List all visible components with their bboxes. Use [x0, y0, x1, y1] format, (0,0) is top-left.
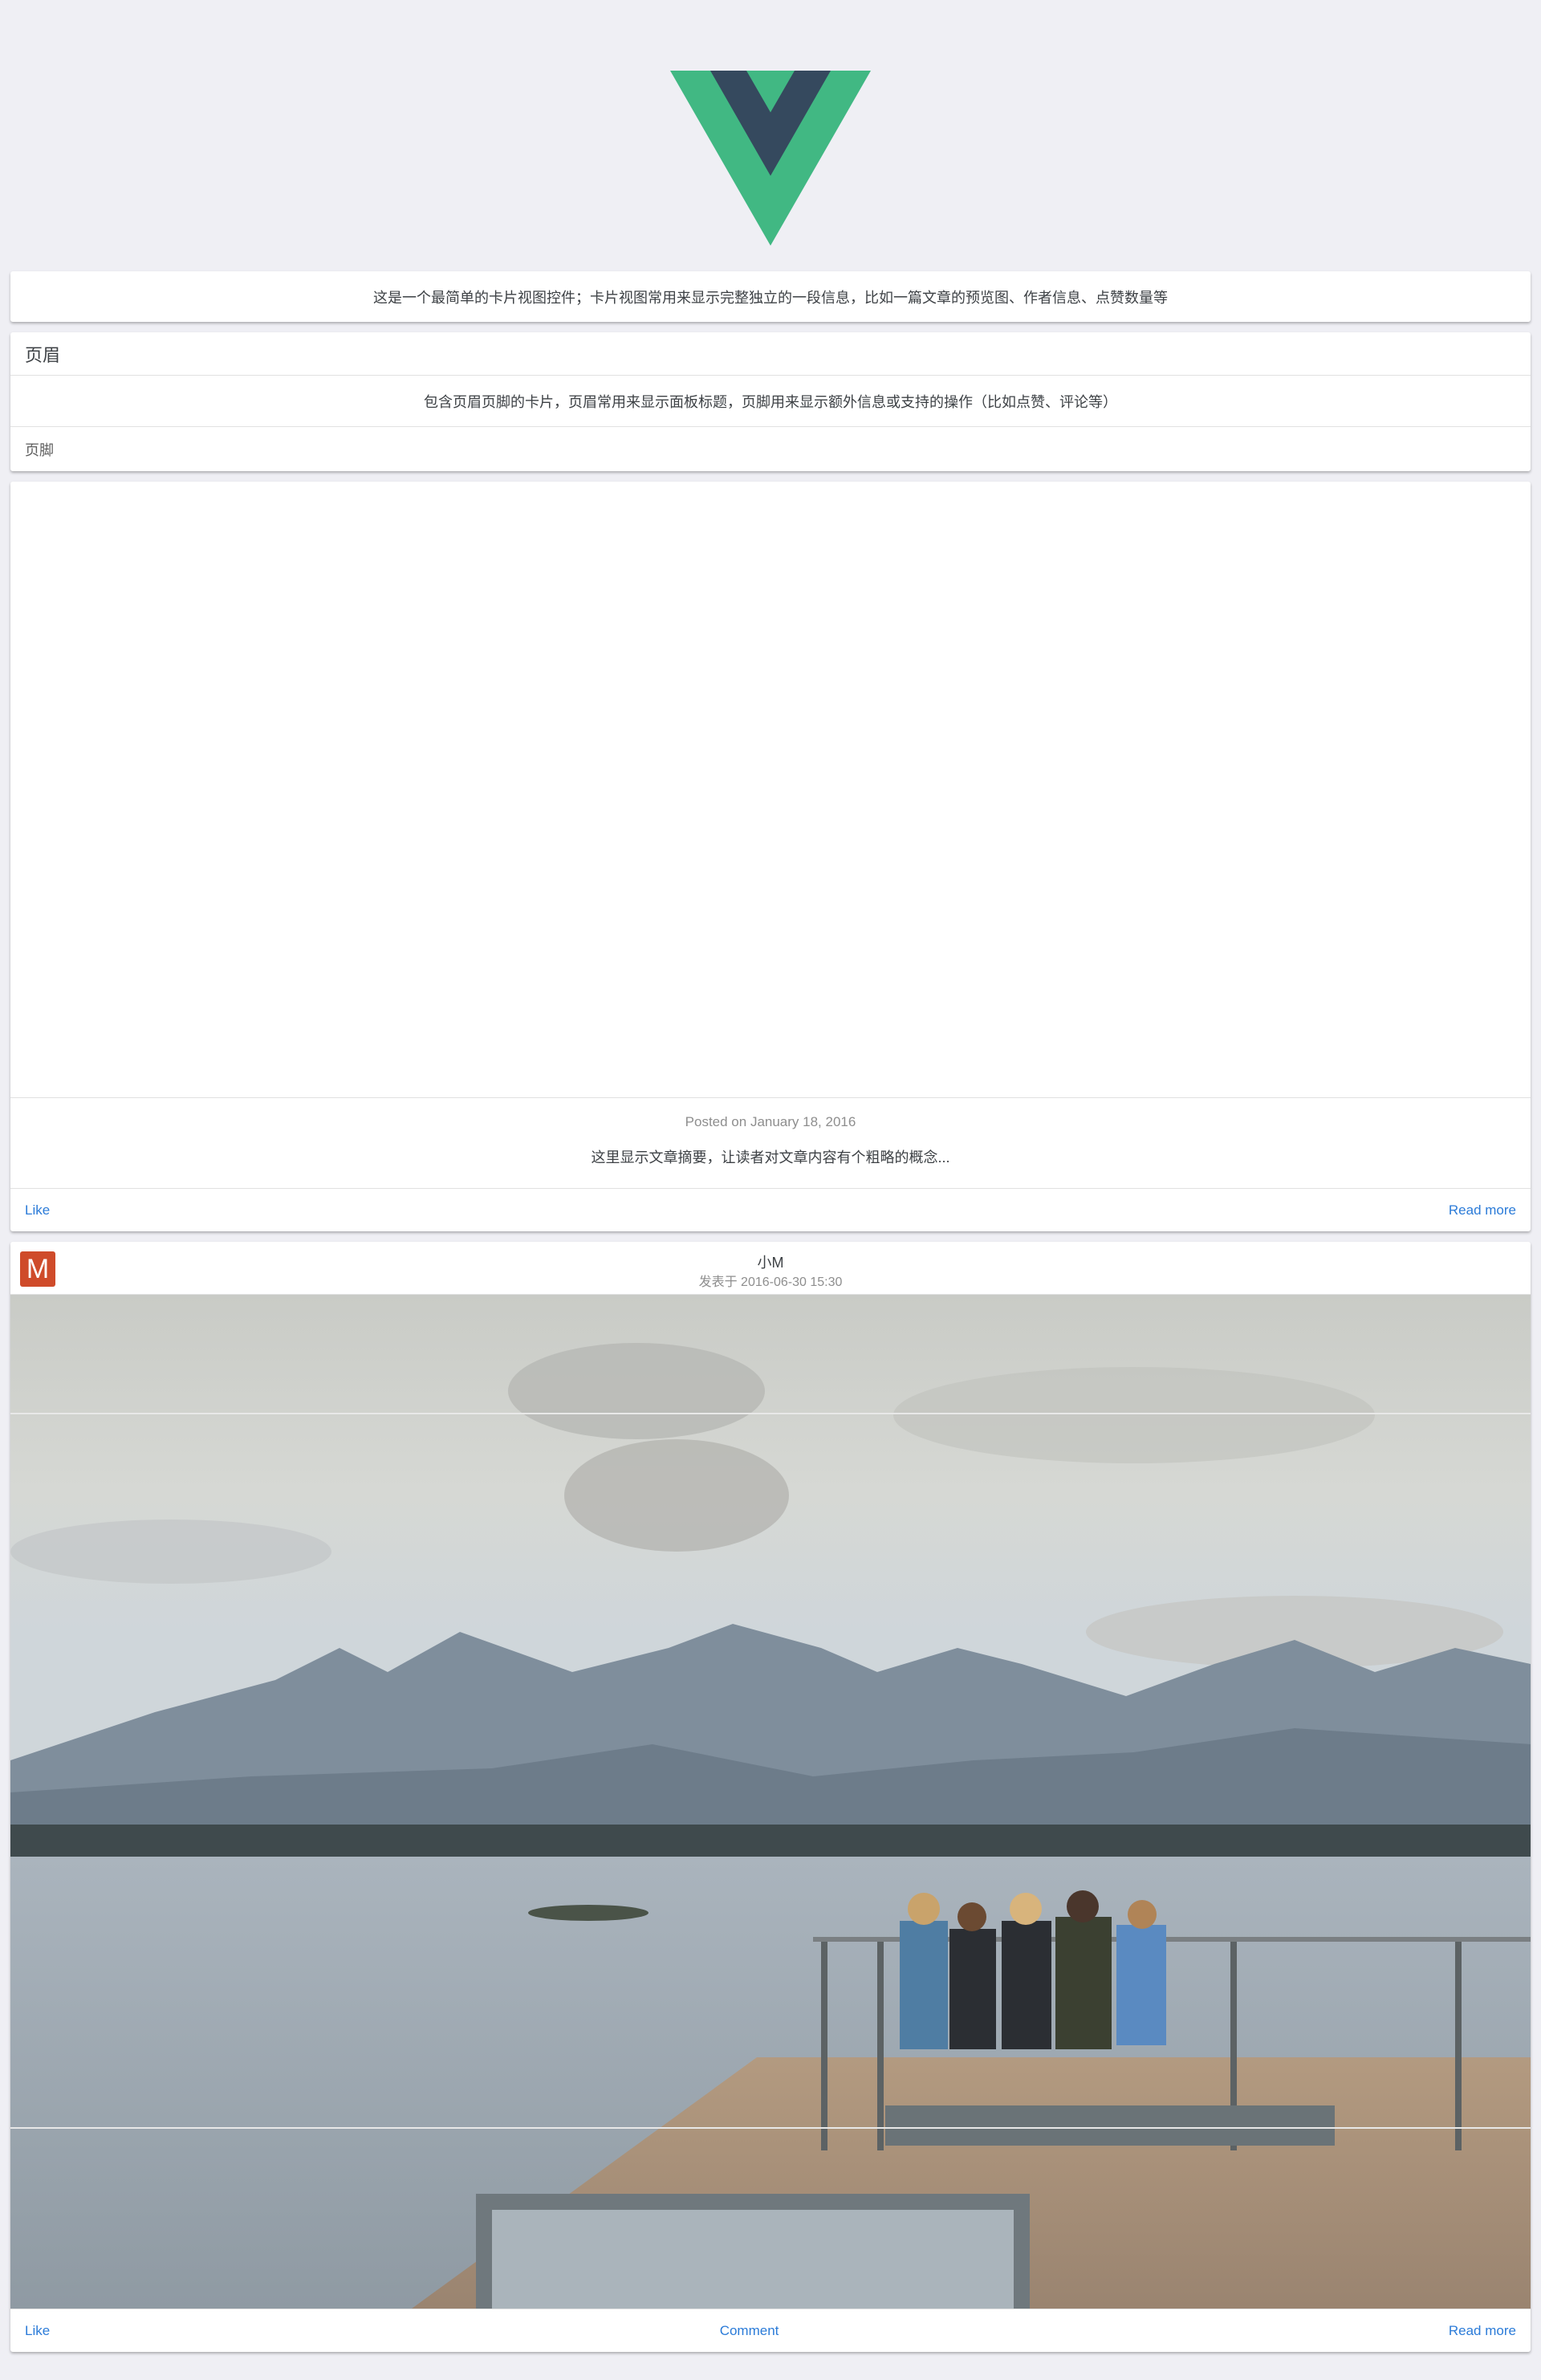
simple-card-content: 这是一个最简单的卡片视图控件；卡片视图常用来显示完整独立的一段信息，比如一篇文章…: [373, 289, 1168, 306]
like-link[interactable]: Like: [25, 1202, 50, 1218]
post-summary: 这里显示文章摘要，让读者对文章内容有个粗略的概念...: [591, 1149, 950, 1166]
header-footer-card: 页眉 包含页眉页脚的卡片，页眉常用来显示面板标题，页脚用来显示额外信息或支持的操…: [10, 332, 1531, 471]
card-content: 包含页眉页脚的卡片，页眉常用来显示面板标题，页脚用来显示额外信息或支持的操作（比…: [424, 393, 1117, 410]
author-header: M 小M 发表于 2016-06-30 15:30: [10, 1242, 1531, 1295]
author-name: 小M: [757, 1255, 784, 1271]
simple-card: 这是一个最简单的卡片视图控件；卡片视图常用来显示完整独立的一段信息，比如一篇文章…: [10, 271, 1531, 322]
post-actions: Like Read more: [10, 1188, 1531, 1231]
read-more-link[interactable]: Read more: [1449, 1202, 1516, 1218]
read-more-link[interactable]: Read more: [1449, 2323, 1516, 2339]
post-image-placeholder: [10, 482, 1531, 1098]
author-card: M 小M 发表于 2016-06-30 15:30 Like Comment R…: [10, 1242, 1531, 2352]
post-meta: Posted on January 18, 2016 这里显示文章摘要，让读者对…: [10, 1098, 1531, 1188]
like-link[interactable]: Like: [25, 2323, 50, 2339]
author-card-actions: Like Comment Read more: [10, 2309, 1531, 2352]
vue-logo-icon: [670, 71, 871, 246]
comment-link[interactable]: Comment: [720, 2323, 779, 2339]
post-date: Posted on January 18, 2016: [685, 1114, 856, 1129]
post-time: 发表于 2016-06-30 15:30: [698, 1275, 843, 1289]
post-card: Posted on January 18, 2016 这里显示文章摘要，让读者对…: [10, 482, 1531, 1231]
card-footer: 页脚: [10, 426, 1531, 471]
logo-area: [0, 0, 1541, 271]
card-header: 页眉: [10, 332, 1531, 376]
lake-photo: [10, 1295, 1531, 2309]
